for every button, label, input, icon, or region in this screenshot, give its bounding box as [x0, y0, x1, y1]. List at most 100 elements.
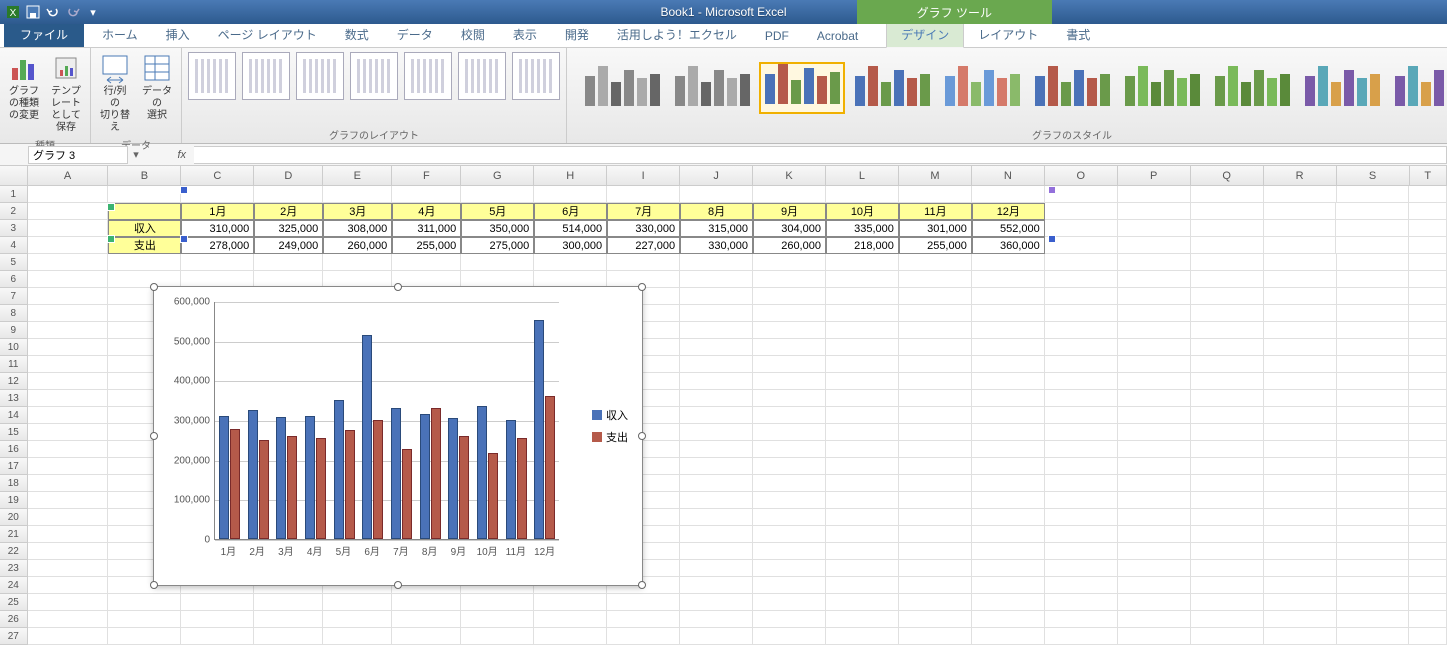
cell[interactable] — [1191, 509, 1264, 526]
chart-layout-option[interactable] — [188, 52, 236, 100]
cell[interactable] — [108, 628, 181, 645]
cell[interactable] — [1337, 611, 1410, 628]
cell[interactable] — [1045, 441, 1118, 458]
column-header[interactable]: O — [1045, 166, 1118, 185]
cell[interactable] — [826, 390, 899, 407]
cell[interactable] — [753, 254, 826, 271]
cell[interactable] — [1045, 475, 1118, 492]
cell[interactable]: 335,000 — [826, 220, 899, 237]
cell[interactable] — [972, 288, 1045, 305]
cell[interactable] — [1191, 577, 1264, 594]
cell[interactable] — [1409, 594, 1447, 611]
cell[interactable] — [1409, 237, 1447, 254]
embedded-chart[interactable]: 0100,000200,000300,000400,000500,000600,… — [153, 286, 643, 586]
cell[interactable] — [826, 407, 899, 424]
cell[interactable] — [323, 611, 392, 628]
column-header[interactable]: H — [534, 166, 607, 185]
bar-group[interactable] — [215, 416, 244, 539]
cell[interactable] — [899, 475, 972, 492]
cell[interactable] — [899, 407, 972, 424]
cell[interactable] — [826, 560, 899, 577]
column-header[interactable]: P — [1118, 166, 1191, 185]
chart-style-option[interactable] — [579, 62, 665, 114]
cell[interactable] — [753, 441, 826, 458]
cell[interactable] — [1409, 424, 1447, 441]
cell[interactable] — [1264, 475, 1337, 492]
cell[interactable] — [1337, 577, 1410, 594]
cell[interactable] — [680, 390, 753, 407]
cell[interactable] — [899, 288, 972, 305]
cell[interactable] — [826, 475, 899, 492]
row-header[interactable]: 3 — [0, 220, 28, 237]
cell[interactable] — [972, 424, 1045, 441]
cell[interactable] — [753, 271, 826, 288]
cell[interactable] — [899, 356, 972, 373]
cell[interactable] — [1409, 475, 1447, 492]
cell[interactable] — [1191, 373, 1264, 390]
cell[interactable] — [28, 509, 109, 526]
cell[interactable] — [899, 628, 972, 645]
bar[interactable] — [305, 416, 315, 539]
cell[interactable] — [534, 611, 607, 628]
cell[interactable] — [28, 373, 109, 390]
cell[interactable] — [1337, 254, 1410, 271]
cell[interactable] — [1118, 203, 1191, 220]
cell[interactable] — [181, 628, 254, 645]
row-header[interactable]: 22 — [0, 543, 28, 560]
cell[interactable] — [1118, 373, 1191, 390]
cell[interactable] — [1045, 356, 1118, 373]
cell[interactable] — [28, 220, 109, 237]
cell[interactable] — [28, 577, 109, 594]
cell[interactable] — [753, 373, 826, 390]
cell[interactable] — [826, 305, 899, 322]
tab-layout[interactable]: レイアウト — [964, 22, 1052, 47]
cell[interactable]: 255,000 — [899, 237, 972, 254]
cell[interactable] — [1045, 373, 1118, 390]
cell[interactable] — [899, 611, 972, 628]
cell[interactable]: 1月 — [181, 203, 254, 220]
cell[interactable] — [1264, 441, 1337, 458]
cell[interactable] — [1409, 492, 1447, 509]
undo-icon[interactable] — [44, 3, 62, 21]
tab-page-layout[interactable]: ページ レイアウト — [204, 22, 331, 47]
cell[interactable] — [972, 458, 1045, 475]
cell[interactable] — [1337, 339, 1410, 356]
cell[interactable] — [1264, 237, 1337, 254]
cell[interactable] — [753, 390, 826, 407]
cell[interactable] — [1337, 475, 1410, 492]
cell[interactable] — [680, 356, 753, 373]
cell[interactable] — [972, 509, 1045, 526]
cell[interactable] — [1337, 509, 1410, 526]
cell[interactable] — [1264, 373, 1337, 390]
bar-group[interactable] — [301, 416, 330, 539]
cell[interactable] — [972, 356, 1045, 373]
cell[interactable] — [1337, 458, 1410, 475]
cell[interactable] — [680, 475, 753, 492]
cell[interactable] — [534, 254, 607, 271]
row-header[interactable]: 6 — [0, 271, 28, 288]
legend-item-income[interactable]: 収入 — [592, 407, 628, 423]
cell[interactable] — [108, 254, 181, 271]
bar[interactable] — [391, 408, 401, 539]
chart-style-option[interactable] — [1299, 62, 1385, 114]
cell[interactable]: 4月 — [392, 203, 461, 220]
cell[interactable] — [1264, 254, 1337, 271]
cell[interactable] — [1045, 492, 1118, 509]
row-header[interactable]: 11 — [0, 356, 28, 373]
bar-group[interactable] — [272, 417, 301, 539]
cell[interactable] — [899, 305, 972, 322]
bar[interactable] — [517, 438, 527, 539]
cell[interactable] — [1045, 305, 1118, 322]
row-header[interactable]: 24 — [0, 577, 28, 594]
cell[interactable]: 300,000 — [534, 237, 607, 254]
column-header[interactable]: C — [181, 166, 254, 185]
cell[interactable] — [826, 186, 899, 203]
cell[interactable] — [753, 543, 826, 560]
cell[interactable] — [1118, 560, 1191, 577]
bar[interactable] — [259, 440, 269, 539]
cell[interactable] — [323, 628, 392, 645]
chart-layout-option[interactable] — [296, 52, 344, 100]
excel-icon[interactable]: X — [4, 3, 22, 21]
cell[interactable] — [1118, 424, 1191, 441]
cell[interactable] — [1264, 594, 1337, 611]
